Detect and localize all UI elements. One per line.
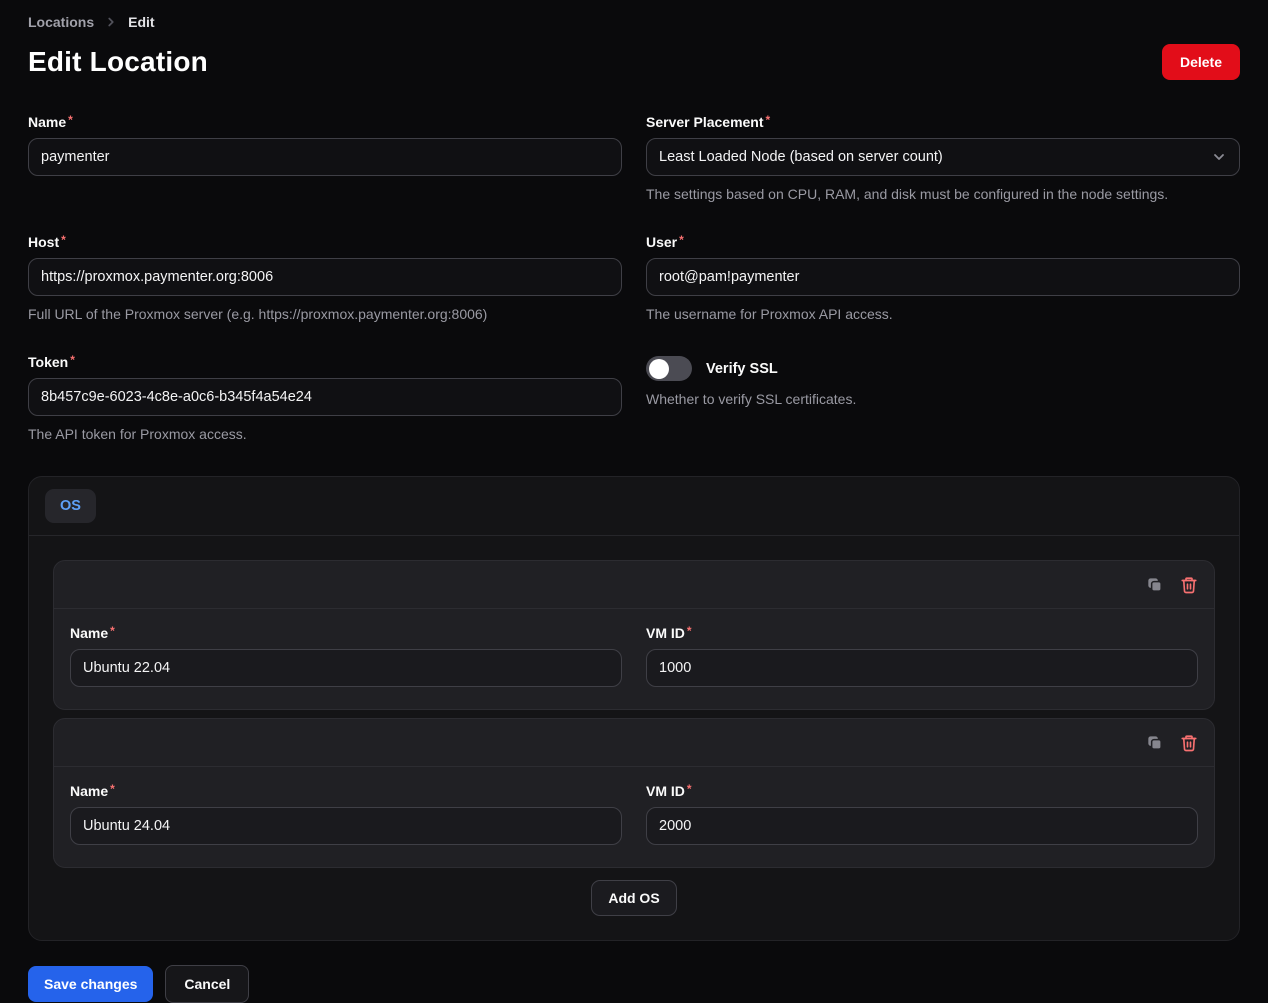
user-helper: The username for Proxmox API access.: [646, 306, 1240, 322]
trash-icon[interactable]: [1180, 734, 1198, 752]
os-item-body: Name * VM ID *: [54, 767, 1214, 867]
os-item: Name * VM ID *: [53, 560, 1215, 710]
os-name-input[interactable]: [70, 649, 622, 687]
field-os-vmid: VM ID *: [646, 783, 1198, 845]
os-section-body: Name * VM ID *: [29, 536, 1239, 940]
field-host: Host * Full URL of the Proxmox server (e…: [28, 234, 622, 322]
name-label: Name *: [28, 114, 622, 130]
os-vmid-input[interactable]: [646, 649, 1198, 687]
os-item-header: [54, 561, 1214, 609]
chevron-right-icon: [104, 15, 118, 29]
os-item: Name * VM ID *: [53, 718, 1215, 868]
name-input[interactable]: [28, 138, 622, 176]
os-name-label: Name *: [70, 783, 622, 799]
field-name: Name *: [28, 114, 622, 202]
location-form: Name * Server Placement * Least Loaded N…: [28, 114, 1240, 442]
page-header: Edit Location Delete: [28, 44, 1240, 80]
duplicate-icon[interactable]: [1145, 575, 1164, 594]
server-placement-value: Least Loaded Node (based on server count…: [659, 149, 943, 165]
field-os-name: Name *: [70, 625, 622, 687]
os-section-tabs: OS: [29, 477, 1239, 536]
user-input[interactable]: [646, 258, 1240, 296]
required-asterisk: *: [110, 625, 115, 637]
add-os-button[interactable]: Add OS: [591, 880, 676, 916]
chevron-down-icon: [1211, 149, 1227, 165]
verify-ssl-helper: Whether to verify SSL certificates.: [646, 391, 1240, 407]
required-asterisk: *: [679, 234, 684, 246]
required-asterisk: *: [687, 783, 692, 795]
footer-actions: Save changes Cancel: [28, 965, 1240, 1003]
host-input[interactable]: [28, 258, 622, 296]
breadcrumb-edit: Edit: [128, 14, 154, 30]
os-vmid-label: VM ID *: [646, 625, 1198, 641]
server-placement-helper: The settings based on CPU, RAM, and disk…: [646, 186, 1240, 202]
verify-ssl-label: Verify SSL: [706, 361, 778, 377]
server-placement-select[interactable]: Least Loaded Node (based on server count…: [646, 138, 1240, 176]
required-asterisk: *: [61, 234, 66, 246]
tab-os[interactable]: OS: [45, 489, 96, 523]
save-changes-button[interactable]: Save changes: [28, 966, 153, 1002]
cancel-button[interactable]: Cancel: [165, 965, 249, 1003]
field-server-placement: Server Placement * Least Loaded Node (ba…: [646, 114, 1240, 202]
duplicate-icon[interactable]: [1145, 733, 1164, 752]
os-item-header: [54, 719, 1214, 767]
breadcrumb-locations[interactable]: Locations: [28, 14, 94, 30]
host-label: Host *: [28, 234, 622, 250]
verify-ssl-row: Verify SSL: [646, 356, 1240, 381]
os-vmid-input[interactable]: [646, 807, 1198, 845]
delete-button[interactable]: Delete: [1162, 44, 1240, 80]
os-vmid-label: VM ID *: [646, 783, 1198, 799]
token-helper: The API token for Proxmox access.: [28, 426, 622, 442]
field-os-vmid: VM ID *: [646, 625, 1198, 687]
field-verify-ssl: Verify SSL Whether to verify SSL certifi…: [646, 354, 1240, 442]
field-os-name: Name *: [70, 783, 622, 845]
os-section-card: OS Name: [28, 476, 1240, 941]
host-helper: Full URL of the Proxmox server (e.g. htt…: [28, 306, 622, 322]
required-asterisk: *: [110, 783, 115, 795]
user-label: User *: [646, 234, 1240, 250]
os-name-label: Name *: [70, 625, 622, 641]
toggle-knob: [649, 359, 669, 379]
verify-ssl-toggle[interactable]: [646, 356, 692, 381]
required-asterisk: *: [68, 114, 73, 126]
field-user: User * The username for Proxmox API acce…: [646, 234, 1240, 322]
required-asterisk: *: [70, 354, 75, 366]
field-token: Token * The API token for Proxmox access…: [28, 354, 622, 442]
token-label: Token *: [28, 354, 622, 370]
page-title: Edit Location: [28, 46, 208, 78]
trash-icon[interactable]: [1180, 576, 1198, 594]
breadcrumb: Locations Edit: [28, 14, 1240, 30]
os-item-body: Name * VM ID *: [54, 609, 1214, 709]
required-asterisk: *: [687, 625, 692, 637]
required-asterisk: *: [766, 114, 771, 126]
server-placement-label: Server Placement *: [646, 114, 1240, 130]
token-input[interactable]: [28, 378, 622, 416]
add-os-row: Add OS: [53, 880, 1215, 916]
os-name-input[interactable]: [70, 807, 622, 845]
